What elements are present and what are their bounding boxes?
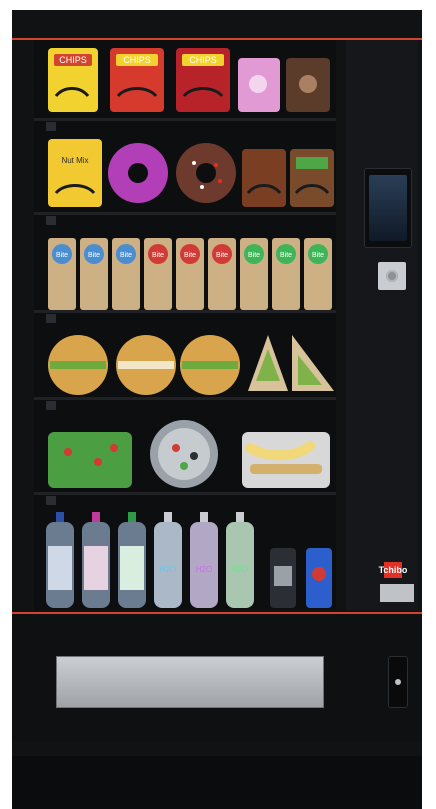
wrap-2[interactable] bbox=[292, 335, 334, 391]
row2-products: Nut Mix bbox=[48, 139, 334, 207]
bite-pack-9-label: Bite bbox=[312, 252, 324, 259]
dispense-icon bbox=[395, 679, 401, 685]
bottle-h2o-blue-label: H2O bbox=[160, 565, 176, 574]
bottle-blue[interactable] bbox=[46, 512, 74, 608]
bottle-h2o-blue[interactable]: H2O bbox=[154, 512, 182, 608]
bite-pack-7-label: Bite bbox=[248, 252, 260, 259]
bottle-magenta[interactable] bbox=[82, 512, 110, 608]
bite-pack-5-label: Bite bbox=[184, 252, 196, 259]
bite-pack-3-label: Bite bbox=[120, 252, 132, 259]
touch-screen[interactable] bbox=[364, 168, 412, 248]
row3-products: Bite Bite Bite Bite Bite Bite Bite Bite … bbox=[48, 238, 332, 310]
slot-label-row2 bbox=[46, 216, 56, 225]
slot-label-row4 bbox=[46, 401, 56, 410]
row4-products bbox=[48, 335, 334, 395]
bite-pack-6[interactable]: Bite bbox=[208, 238, 236, 310]
chips-bag-3[interactable]: CHIPS bbox=[176, 48, 230, 112]
banana-tray[interactable] bbox=[242, 432, 330, 488]
slot-label-row3 bbox=[46, 314, 56, 323]
chips-bag-2[interactable]: CHIPS bbox=[110, 48, 164, 112]
bite-pack-7[interactable]: Bite bbox=[240, 238, 268, 310]
salad-box[interactable] bbox=[48, 432, 132, 488]
coin-insert-icon bbox=[386, 270, 398, 282]
chips-bag-1[interactable]: CHIPS bbox=[48, 48, 98, 112]
nut-mix-bag[interactable]: Nut Mix bbox=[48, 139, 102, 207]
bottle-h2o-green-label: H2O bbox=[232, 565, 248, 574]
screen-display bbox=[369, 175, 407, 241]
dispense-button[interactable] bbox=[388, 656, 408, 708]
cookie-pack-2[interactable] bbox=[290, 149, 334, 207]
brand-logo-text: Tchibo bbox=[378, 565, 408, 575]
bottle-green[interactable] bbox=[118, 512, 146, 608]
sandwich-roll-1[interactable] bbox=[48, 335, 108, 395]
pickup-tray[interactable] bbox=[56, 656, 324, 708]
bite-pack-8-label: Bite bbox=[280, 252, 292, 259]
can-blue[interactable] bbox=[306, 548, 332, 608]
bite-pack-1[interactable]: Bite bbox=[48, 238, 76, 310]
row1-products: CHIPS CHIPS CHIPS bbox=[48, 48, 330, 112]
chips-bag-3-label: CHIPS bbox=[189, 55, 217, 65]
bite-pack-6-label: Bite bbox=[216, 252, 228, 259]
bite-pack-4-label: Bite bbox=[152, 252, 164, 259]
machine-base bbox=[12, 756, 422, 809]
card-reader[interactable] bbox=[380, 584, 414, 602]
donut-sprinkle[interactable] bbox=[176, 143, 236, 203]
can-dark[interactable] bbox=[270, 548, 296, 608]
chips-bag-2-label: CHIPS bbox=[123, 55, 151, 65]
bottle-h2o-purple[interactable]: H2O bbox=[190, 512, 218, 608]
bite-pack-9[interactable]: Bite bbox=[304, 238, 332, 310]
control-panel bbox=[346, 40, 418, 610]
bottle-h2o-green[interactable]: H2O bbox=[226, 512, 254, 608]
cookie-pack-1[interactable] bbox=[242, 149, 286, 207]
nut-mix-label: Nut Mix bbox=[61, 156, 88, 165]
row6-products: H2O H2O H2O bbox=[46, 512, 332, 608]
bottle-h2o-purple-label: H2O bbox=[196, 565, 212, 574]
bite-pack-2-label: Bite bbox=[88, 252, 100, 259]
candy-bag[interactable] bbox=[238, 58, 280, 112]
bite-pack-1-label: Bite bbox=[56, 252, 68, 259]
bite-pack-8[interactable]: Bite bbox=[272, 238, 300, 310]
brand-logo: Tchibo bbox=[379, 562, 407, 578]
sandwich-roll-3[interactable] bbox=[180, 335, 240, 395]
donut-pink[interactable] bbox=[108, 143, 168, 203]
slot-label-row1 bbox=[46, 122, 56, 131]
bite-pack-2[interactable]: Bite bbox=[80, 238, 108, 310]
bite-pack-4[interactable]: Bite bbox=[144, 238, 172, 310]
coin-slot[interactable] bbox=[378, 262, 406, 290]
row5-products bbox=[48, 420, 330, 488]
sandwich-roll-2[interactable] bbox=[116, 335, 176, 395]
bite-pack-3[interactable]: Bite bbox=[112, 238, 140, 310]
chips-bag-1-label: CHIPS bbox=[59, 55, 87, 65]
chocolate-bag[interactable] bbox=[286, 58, 330, 112]
wrap-1[interactable] bbox=[248, 335, 288, 391]
bite-pack-5[interactable]: Bite bbox=[176, 238, 204, 310]
salad-bowl[interactable] bbox=[150, 420, 218, 488]
slot-label-row5 bbox=[46, 496, 56, 505]
